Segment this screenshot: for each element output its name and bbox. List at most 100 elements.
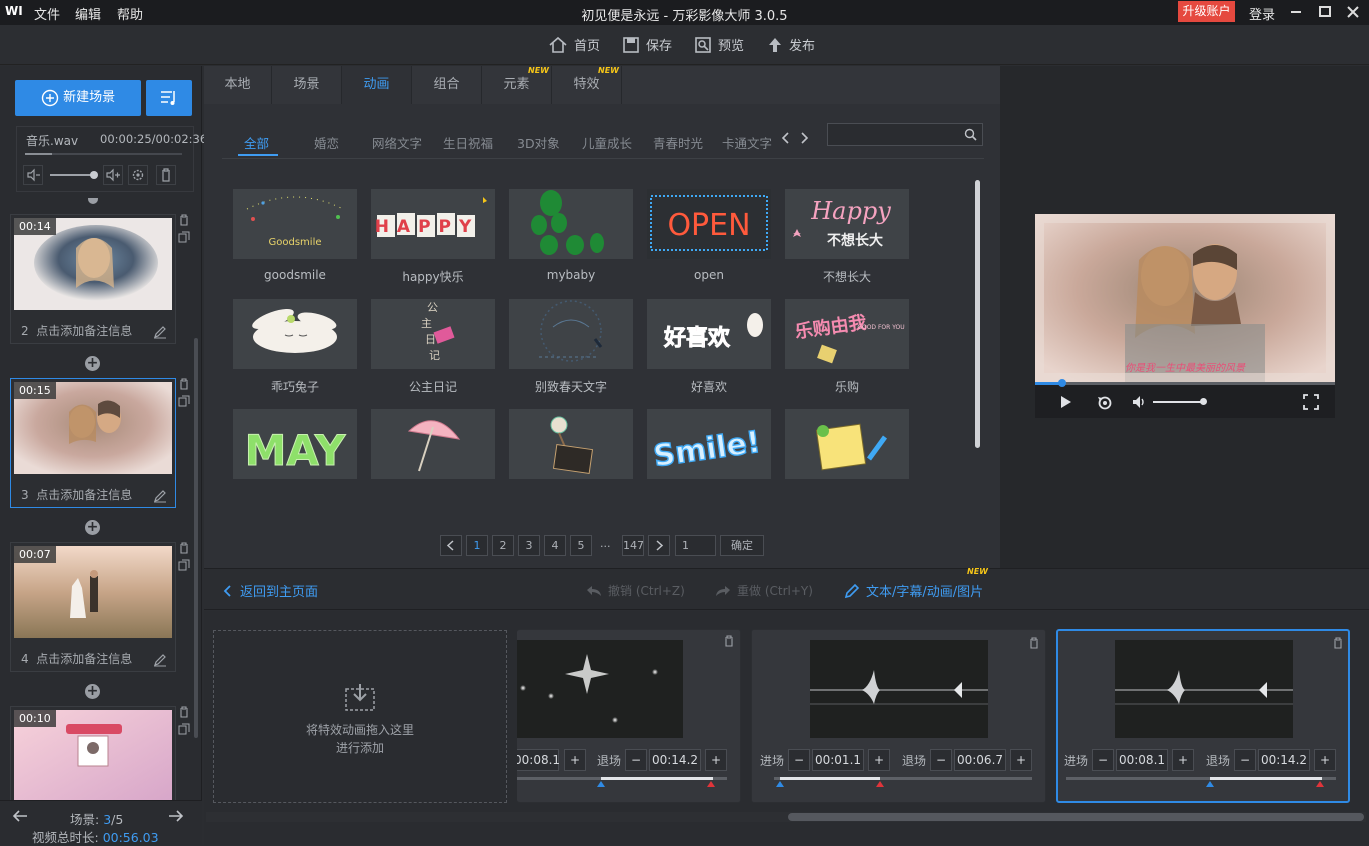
- scene-card-3[interactable]: 00:15 3 点击添加备注信息: [10, 378, 176, 508]
- delete-effect-icon[interactable]: [1028, 637, 1040, 649]
- undo-button[interactable]: 撤销 (Ctrl+Z): [586, 582, 685, 599]
- audio-volume-knob[interactable]: [90, 171, 98, 179]
- new-scene-button[interactable]: 新建场景: [15, 80, 141, 116]
- settings-gear-icon[interactable]: [128, 165, 148, 185]
- audio-volume-slider[interactable]: [50, 174, 94, 176]
- exit-time-value[interactable]: 00:06.7: [954, 749, 1006, 771]
- menu-edit[interactable]: 编辑: [75, 4, 101, 23]
- copy-scene-icon[interactable]: [178, 723, 190, 735]
- category-all[interactable]: 全部: [244, 133, 269, 152]
- delete-scene-icon[interactable]: [178, 706, 190, 718]
- add-scene-icon[interactable]: +: [85, 684, 100, 699]
- volume-icon[interactable]: [1131, 394, 1147, 410]
- enter-time-decrement[interactable]: −: [1092, 749, 1114, 771]
- exit-marker[interactable]: [707, 781, 715, 787]
- copy-scene-icon[interactable]: [178, 231, 190, 243]
- save-button[interactable]: 保存: [622, 35, 672, 54]
- page-confirm-button[interactable]: 确定: [720, 535, 764, 556]
- home-button[interactable]: 首页: [548, 35, 600, 54]
- effects-scrollbar-thumb[interactable]: [788, 813, 1364, 821]
- page-4[interactable]: 4: [544, 535, 566, 556]
- animation-thumb-spring[interactable]: [509, 299, 633, 369]
- enter-marker[interactable]: [597, 781, 605, 787]
- enter-time-decrement[interactable]: −: [788, 749, 810, 771]
- add-scene-icon[interactable]: +: [85, 356, 100, 371]
- exit-marker[interactable]: [876, 781, 884, 787]
- exit-time-increment[interactable]: +: [705, 749, 727, 771]
- enter-time-value[interactable]: 00:08.1: [1116, 749, 1168, 771]
- enter-time-increment[interactable]: +: [564, 749, 586, 771]
- edit-note-icon[interactable]: [153, 489, 167, 503]
- add-scene-icon[interactable]: +: [85, 520, 100, 535]
- search-input[interactable]: [832, 126, 958, 143]
- redo-button[interactable]: 重做 (Ctrl+Y): [715, 582, 813, 599]
- animation-thumb-princess[interactable]: 公主日记: [371, 299, 495, 369]
- volume-up-icon[interactable]: [103, 165, 123, 185]
- enter-marker[interactable]: [1206, 781, 1214, 787]
- category-web-text[interactable]: 网络文字: [372, 133, 422, 152]
- delete-scene-icon[interactable]: [178, 542, 190, 554]
- audio-progress[interactable]: [25, 153, 182, 155]
- enter-marker[interactable]: [776, 781, 784, 787]
- page-next-button[interactable]: [648, 535, 670, 556]
- animation-thumb-grow[interactable]: Happy 不想长大: [785, 189, 909, 259]
- preview-button[interactable]: 预览: [694, 35, 744, 54]
- effect-card-2[interactable]: 进场 − 00:01.1 + 退场 − 00:06.7 +: [751, 629, 1046, 803]
- animation-thumb-calendar[interactable]: [785, 409, 909, 479]
- back-to-main-button[interactable]: 返回到主页面: [222, 581, 318, 600]
- delete-scene-icon[interactable]: [178, 214, 190, 226]
- menu-file[interactable]: 文件: [34, 4, 60, 23]
- publish-button[interactable]: 发布: [767, 35, 815, 54]
- next-scene-icon[interactable]: [168, 809, 184, 823]
- exit-time-value[interactable]: 00:14.2: [649, 749, 701, 771]
- tab-scene[interactable]: 场景: [272, 66, 342, 104]
- exit-time-value[interactable]: 00:14.2: [1258, 749, 1310, 771]
- minimize-icon[interactable]: [1290, 5, 1302, 19]
- page-1[interactable]: 1: [466, 535, 488, 556]
- login-link[interactable]: 登录: [1249, 4, 1275, 23]
- scene-note[interactable]: 点击添加备注信息: [36, 324, 132, 338]
- animation-thumb-sign[interactable]: [509, 409, 633, 479]
- category-youth[interactable]: 青春时光: [653, 133, 703, 152]
- menu-help[interactable]: 帮助: [117, 4, 143, 23]
- library-scrollbar[interactable]: [975, 180, 980, 448]
- scene-note[interactable]: 点击添加备注信息: [36, 488, 132, 502]
- scene-card-5[interactable]: 00:10: [10, 706, 176, 800]
- add-scene-icon[interactable]: [88, 198, 98, 204]
- category-birthday[interactable]: 生日祝福: [443, 133, 493, 152]
- category-3d[interactable]: 3D对象: [517, 133, 560, 152]
- tab-animation[interactable]: 动画: [342, 66, 412, 104]
- page-5[interactable]: 5: [570, 535, 592, 556]
- preview-volume-knob[interactable]: [1200, 398, 1207, 405]
- effect-drop-zone[interactable]: 将特效动画拖入这里 进行添加: [213, 630, 507, 803]
- category-kids[interactable]: 儿童成长: [582, 133, 632, 152]
- upgrade-account-button[interactable]: 升级账户: [1178, 1, 1235, 22]
- library-search[interactable]: [827, 123, 983, 146]
- animation-thumb-goodsmile[interactable]: Goodsmile: [233, 189, 357, 259]
- enter-time-increment[interactable]: +: [868, 749, 890, 771]
- animation-thumb-love[interactable]: 好喜欢: [647, 299, 771, 369]
- exit-marker[interactable]: [1316, 781, 1324, 787]
- page-input[interactable]: 1: [675, 535, 716, 556]
- animation-thumb-umbrella[interactable]: [371, 409, 495, 479]
- tab-combo[interactable]: 组合: [412, 66, 482, 104]
- animation-thumb-may[interactable]: MAY: [233, 409, 357, 479]
- replay-icon[interactable]: [1097, 394, 1113, 410]
- page-prev-button[interactable]: [440, 535, 462, 556]
- copy-scene-icon[interactable]: [178, 395, 190, 407]
- text-subtitle-animation-button[interactable]: 文本/字幕/动画/图片: [844, 581, 983, 600]
- chevron-left-icon[interactable]: [780, 131, 790, 145]
- audio-delete-icon[interactable]: [156, 165, 176, 185]
- page-2[interactable]: 2: [492, 535, 514, 556]
- exit-time-decrement[interactable]: −: [625, 749, 647, 771]
- copy-scene-icon[interactable]: [178, 559, 190, 571]
- effect-card-1[interactable]: 00:08.1 + 退场 − 00:14.2 +: [517, 629, 741, 803]
- volume-down-icon[interactable]: [23, 165, 43, 185]
- category-wedding[interactable]: 婚恋: [314, 133, 339, 152]
- page-last[interactable]: 147: [622, 535, 644, 556]
- chevron-right-icon[interactable]: [800, 131, 810, 145]
- close-icon[interactable]: [1346, 5, 1360, 19]
- fullscreen-icon[interactable]: [1303, 394, 1319, 410]
- exit-time-decrement[interactable]: −: [930, 749, 952, 771]
- enter-time-value[interactable]: 00:01.1: [812, 749, 864, 771]
